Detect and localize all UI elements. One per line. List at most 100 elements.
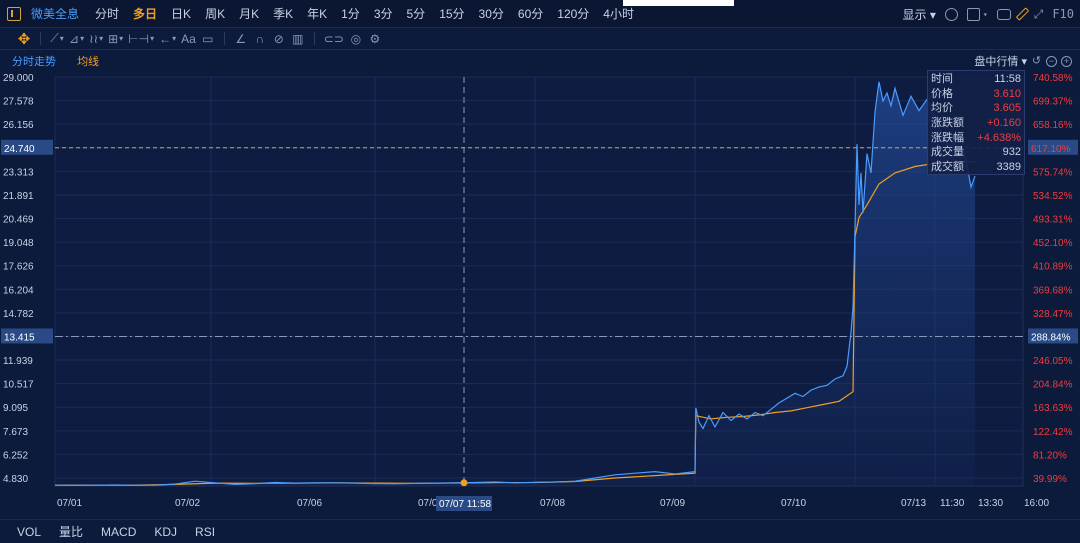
tab-14[interactable]: 4小时 [603, 5, 634, 22]
wave-tool-icon[interactable]: ≀≀ ▾ [89, 30, 103, 48]
chart-header: 分时走势 均线 盘中行情 ▾ ↺ − + [0, 51, 1080, 69]
tooltip-key: 涨跌额 [931, 117, 964, 130]
link-icon[interactable]: ⊂⊃ [324, 30, 344, 48]
y-tick-label: 4.830 [3, 474, 28, 485]
y-tick-label: 26.156 [3, 120, 34, 131]
avg-line-label[interactable]: 均线 [77, 56, 99, 68]
tooltip-row: 成交量 932 [931, 145, 1021, 160]
tab-5[interactable]: 季K [273, 5, 293, 22]
y-tick-label: 17.626 [3, 262, 34, 273]
chart-controls: 盘中行情 ▾ ↺ − + [974, 53, 1072, 69]
settings-icon[interactable] [944, 7, 958, 21]
tab-2[interactable]: 日K [171, 5, 191, 22]
comment-icon[interactable]: ▭ [201, 30, 215, 48]
zoom-out-icon[interactable]: − [1046, 55, 1057, 67]
tab-12[interactable]: 60分 [518, 5, 543, 22]
tab-10[interactable]: 15分 [439, 5, 464, 22]
x-tick-label: 16:00 [1024, 498, 1049, 509]
tab-13[interactable]: 120分 [557, 5, 589, 22]
y-tick-label: 10.517 [3, 380, 34, 391]
tooltip-key: 成交额 [931, 161, 964, 174]
arrow-tool-icon[interactable]: ← ▾ [159, 30, 176, 48]
reset-icon[interactable]: ↺ [1031, 55, 1042, 67]
text-tool-icon[interactable]: Aa [181, 30, 196, 48]
pen-icon[interactable] [1015, 7, 1029, 21]
tab-0[interactable]: 分时 [95, 5, 119, 22]
y-tick-label: 16.204 [3, 285, 34, 296]
tooltip-key: 价格 [931, 87, 953, 100]
x-tick-label: 07/13 [901, 498, 926, 509]
x-tick-label: 07/09 [660, 498, 685, 509]
y-tick-label: 7.673 [3, 427, 28, 438]
tooltip-row: 涨跌幅 +4.638% [931, 131, 1021, 146]
trash-icon[interactable]: ▥ [291, 30, 305, 48]
x-tick-label: 07/02 [175, 498, 200, 509]
intraday-label[interactable]: 分时走势 [12, 56, 56, 68]
checkbox-icon[interactable] [966, 7, 980, 21]
chevron-down-icon[interactable]: ▾ [983, 10, 988, 19]
tab-1[interactable]: 多日 [133, 5, 157, 22]
fib-tool-icon[interactable]: ⊞ ▾ [108, 30, 123, 48]
tooltip-row: 时间 11:58 [931, 72, 1021, 87]
period-tabs: 分时 多日 日K 周K 月K 季K 年K 1分 3分 5分 15分 30分 60分 120分 4小时 [95, 5, 648, 22]
y-pct-label: 740.58% [1033, 73, 1073, 84]
y-tick-label: 9.095 [3, 403, 28, 414]
y-tick-label: 19.048 [3, 238, 34, 249]
sync-icon[interactable]: ◎ [349, 30, 363, 48]
display-dropdown[interactable]: 显示 ▾ [903, 6, 936, 23]
tooltip-key: 涨跌幅 [931, 131, 964, 144]
tab-9[interactable]: 5分 [407, 5, 426, 22]
tab-4[interactable]: 月K [239, 5, 259, 22]
indicator-tabs: VOL 量比 MACD KDJ RSI [0, 519, 1080, 543]
crosshair-price-tag: 24.740 [4, 144, 35, 155]
x-tick-label: 07/06 [297, 498, 322, 509]
highlight-block [623, 0, 734, 6]
f10-button[interactable]: F10 [1052, 7, 1074, 21]
price-chart[interactable]: 29.000 740.58% 27.578 699.37% 26.156 658.16% 2… [0, 68, 1080, 513]
indicator-tab-3[interactable]: KDJ [154, 525, 177, 539]
indicator-tab-1[interactable]: 量比 [59, 523, 83, 540]
top-right-tools: 显示 ▾ ▾ ⤢ F10 [903, 0, 1075, 28]
hide-icon[interactable]: ⊘ [272, 30, 286, 48]
config-icon[interactable]: ⚙ [368, 30, 382, 48]
y-tick-label: 20.469 [3, 215, 34, 226]
indicator-tab-4[interactable]: RSI [195, 525, 215, 539]
camera-icon[interactable] [996, 8, 1011, 20]
tab-8[interactable]: 3分 [374, 5, 393, 22]
angle-icon[interactable]: ∠ [234, 30, 248, 48]
tooltip-key: 均价 [931, 102, 953, 115]
x-tick-label: 07/08 [540, 498, 565, 509]
tooltip-value: 3.605 [993, 102, 1021, 115]
tooltip-value: 3389 [996, 161, 1021, 174]
tab-3[interactable]: 周K [205, 5, 225, 22]
y-tick-label: 23.313 [3, 167, 34, 178]
y-pct-label: 699.37% [1033, 97, 1073, 108]
zoom-in-icon[interactable]: + [1061, 55, 1072, 67]
tooltip-value: 932 [1002, 146, 1021, 159]
panel-toggle-icon[interactable] [7, 6, 21, 21]
tooltip-row: 涨跌额 +0.160 [931, 116, 1021, 131]
magnet-icon[interactable]: ∩ [253, 30, 267, 48]
quote-tooltip: 时间 11:58 价格 3.610 均价 3.605 涨跌额 +0.160 涨跌幅 +4.638%… [927, 70, 1025, 175]
x-tick-label: 07/10 [781, 498, 806, 509]
indicator-tab-2[interactable]: MACD [101, 525, 136, 539]
tooltip-value: 11:58 [994, 73, 1021, 85]
move-icon[interactable]: ✥ [17, 30, 31, 48]
y-pct-label: 204.84% [1033, 380, 1073, 391]
tab-6[interactable]: 年K [307, 5, 327, 22]
line-tool-icon[interactable]: ⟋ ▾ [50, 30, 64, 48]
ref-price-tag: 13.415 [4, 332, 35, 343]
channel-tool-icon[interactable]: ⊿ ▾ [69, 30, 84, 48]
stock-name[interactable]: 微美全息 [31, 5, 79, 22]
tab-7[interactable]: 1分 [341, 5, 360, 22]
tooltip-key: 时间 [931, 73, 953, 85]
fullscreen-icon[interactable]: ⤢ [1034, 7, 1044, 22]
y-tick-label: 29.000 [3, 73, 34, 84]
indicator-tab-0[interactable]: VOL [17, 525, 41, 539]
y-pct-label: 410.89% [1033, 262, 1073, 273]
intraday-quote-dropdown[interactable]: 盘中行情 ▾ [974, 53, 1027, 69]
x-tick-label: 11:30 [940, 498, 965, 509]
divider [223, 32, 225, 45]
tab-11[interactable]: 30分 [479, 5, 504, 22]
range-tool-icon[interactable]: ⊢⊣ ▾ [128, 30, 154, 48]
